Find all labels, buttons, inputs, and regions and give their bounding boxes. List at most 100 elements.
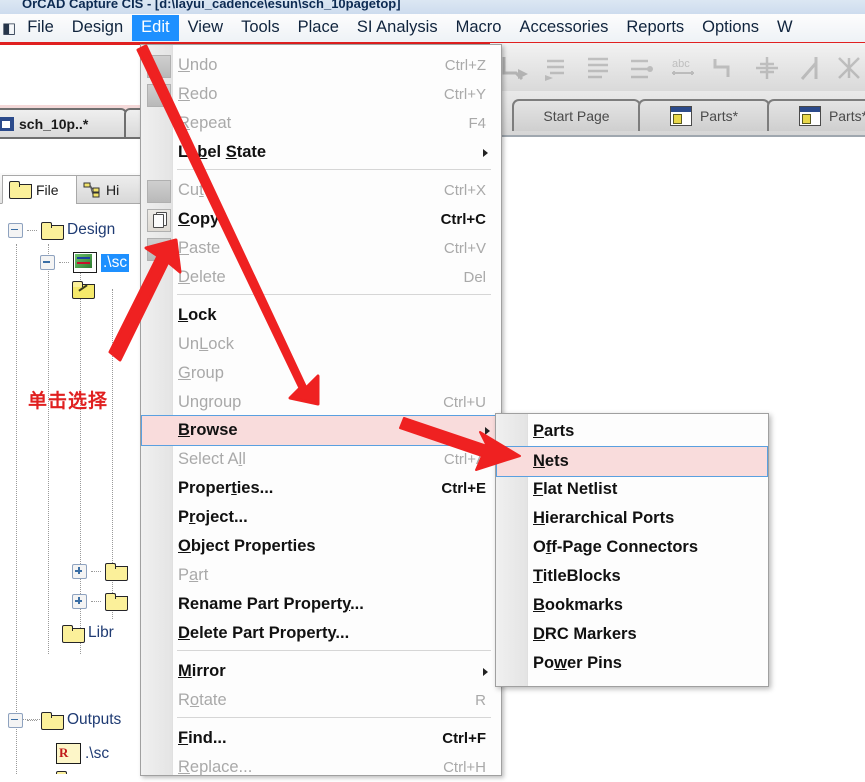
- tree-node-design[interactable]: Design: [8, 221, 115, 240]
- menu-item-label: Object Properties: [178, 537, 316, 555]
- bus-icon[interactable]: [584, 53, 614, 83]
- collapse-toggle-icon[interactable]: [8, 222, 23, 238]
- window-title: OrCAD Capture CIS - [d:\layui_cadence\es…: [22, 0, 401, 11]
- menu-place[interactable]: Place: [289, 15, 348, 41]
- menu-item-accel: Del: [463, 269, 486, 286]
- menu-item-lock[interactable]: Lock: [142, 301, 500, 330]
- menu-item-accel: Ctrl+F: [442, 730, 486, 747]
- tab-hierarchy[interactable]: Hi: [76, 175, 148, 204]
- menu-item-undo[interactable]: Undo Ctrl+Z: [142, 51, 500, 80]
- menu-item-label-state[interactable]: Label State: [142, 138, 500, 167]
- submenu-item-label: Flat Netlist: [533, 480, 618, 498]
- bus-entry-icon[interactable]: [710, 53, 740, 83]
- menu-item-rotate[interactable]: Rotate R: [142, 686, 500, 715]
- menu-item-label: Redo: [178, 85, 218, 103]
- tree-node-folder-b[interactable]: [72, 593, 131, 611]
- submenu-item-flat-netlist[interactable]: Flat Netlist: [497, 475, 767, 504]
- menu-item-delete[interactable]: Delete Del: [142, 263, 500, 292]
- menu-separator: [177, 169, 491, 170]
- tree-guide: [48, 244, 49, 654]
- menu-item-rename-part-property[interactable]: Rename Part Property...: [142, 590, 500, 619]
- menu-design[interactable]: Design: [63, 15, 132, 41]
- no-connect-icon[interactable]: [834, 53, 864, 83]
- system-menu-icon[interactable]: ◧: [2, 19, 16, 37]
- net-alias-icon[interactable]: [542, 53, 572, 83]
- menu-item-find[interactable]: Find... Ctrl+F: [142, 724, 500, 753]
- submenu-item-parts[interactable]: Parts: [497, 417, 767, 446]
- submenu-item-off-page-connectors[interactable]: Off-Page Connectors: [497, 533, 767, 562]
- menu-tools[interactable]: Tools: [232, 15, 289, 41]
- submenu-item-bookmarks[interactable]: Bookmarks: [497, 591, 767, 620]
- submenu-item-nets[interactable]: Nets: [496, 446, 768, 477]
- menu-item-properties[interactable]: Properties... Ctrl+E: [142, 474, 500, 503]
- submenu-item-titleblocks[interactable]: TitleBlocks: [497, 562, 767, 591]
- menu-file[interactable]: File: [18, 15, 63, 41]
- menu-item-accel: Ctrl+Z: [444, 57, 486, 74]
- submenu-arrow-icon: [483, 668, 488, 676]
- menu-edit[interactable]: Edit: [132, 15, 179, 41]
- menu-view[interactable]: View: [179, 15, 232, 41]
- schematic-icon: [73, 252, 97, 273]
- menu-item-select-all[interactable]: Select All Ctrl+A: [142, 445, 500, 474]
- project-tab-sch10p[interactable]: sch_10p..*: [0, 108, 127, 139]
- tree-node-page-folder[interactable]: [72, 281, 98, 299]
- tree-node-schematic[interactable]: .\sc: [40, 252, 130, 273]
- menu-item-part[interactable]: Part: [142, 561, 500, 590]
- menu-item-repeat[interactable]: Repeat F4: [142, 109, 500, 138]
- menu-accessories[interactable]: Accessories: [510, 15, 617, 41]
- tree-node-library[interactable]: Libr: [62, 624, 114, 643]
- menu-options[interactable]: Options: [693, 15, 768, 41]
- menu-item-group[interactable]: Group: [142, 359, 500, 388]
- menu-item-project[interactable]: Project...: [142, 503, 500, 532]
- tree-node-folder-a[interactable]: [72, 563, 131, 581]
- doc-tab-start-page[interactable]: Start Page: [512, 99, 641, 131]
- ground-icon[interactable]: [794, 53, 824, 83]
- doc-tab-parts-2[interactable]: Parts*: [767, 99, 865, 131]
- doc-tab-parts-1[interactable]: Parts*: [638, 99, 770, 131]
- folder-pencil-icon: [72, 281, 95, 299]
- expand-toggle-icon[interactable]: [72, 564, 87, 579]
- parts-window-icon: [798, 106, 821, 126]
- menu-item-replace[interactable]: Replace... Ctrl+H: [142, 753, 500, 782]
- junction-icon[interactable]: [626, 53, 656, 83]
- menu-item-accel: Ctrl+V: [443, 240, 486, 257]
- menu-item-cut[interactable]: Cut Ctrl+X: [142, 176, 500, 205]
- submenu-arrow-icon: [483, 149, 488, 157]
- menu-item-redo[interactable]: Redo Ctrl+Y: [142, 80, 500, 109]
- menu-item-paste[interactable]: Paste Ctrl+V: [142, 234, 500, 263]
- menu-item-label: Delete Part Property...: [178, 624, 350, 642]
- menu-window[interactable]: W: [768, 15, 802, 41]
- blank-icon: [147, 180, 171, 203]
- menu-item-label: Label State: [178, 143, 267, 161]
- submenu-item-label: TitleBlocks: [533, 567, 621, 585]
- submenu-item-label: Off-Page Connectors: [533, 538, 699, 556]
- collapse-toggle-icon[interactable]: [40, 255, 55, 270]
- menu-item-unlock[interactable]: UnLock: [142, 330, 500, 359]
- text-abc-icon[interactable]: abc: [668, 53, 698, 83]
- submenu-item-label: Bookmarks: [533, 596, 623, 614]
- menu-item-browse[interactable]: Browse: [141, 415, 501, 446]
- blank-icon: [147, 238, 171, 261]
- wire-icon[interactable]: [500, 53, 530, 83]
- submenu-item-drc-markers[interactable]: DRC Markers: [497, 620, 767, 649]
- tree-guide: [27, 719, 37, 721]
- collapse-toggle-icon[interactable]: [8, 712, 23, 728]
- menu-reports[interactable]: Reports: [617, 15, 693, 41]
- menu-item-ungroup[interactable]: Ungroup Ctrl+U: [142, 388, 500, 417]
- tree-guide: [91, 601, 101, 602]
- submenu-item-power-pins[interactable]: Power Pins: [497, 649, 767, 678]
- expand-toggle-icon[interactable]: [72, 594, 87, 609]
- power-icon[interactable]: [752, 53, 782, 83]
- menu-item-copy[interactable]: Copy Ctrl+C: [142, 205, 500, 234]
- menu-item-delete-part-property[interactable]: Delete Part Property...: [142, 619, 500, 648]
- blank-icon: [147, 84, 171, 107]
- menu-item-object-properties[interactable]: Object Properties: [142, 532, 500, 561]
- toolbar: abc: [490, 43, 865, 92]
- svg-text:abc: abc: [672, 58, 690, 70]
- menu-si-analysis[interactable]: SI Analysis: [348, 15, 447, 41]
- submenu-item-hierarchical-ports[interactable]: Hierarchical Ports: [497, 504, 767, 533]
- menu-macro[interactable]: Macro: [447, 15, 511, 41]
- menu-item-mirror[interactable]: Mirror: [142, 657, 500, 686]
- tree-node-report[interactable]: R .\sc: [56, 743, 109, 764]
- tree-node-outputs[interactable]: Outputs: [8, 711, 121, 730]
